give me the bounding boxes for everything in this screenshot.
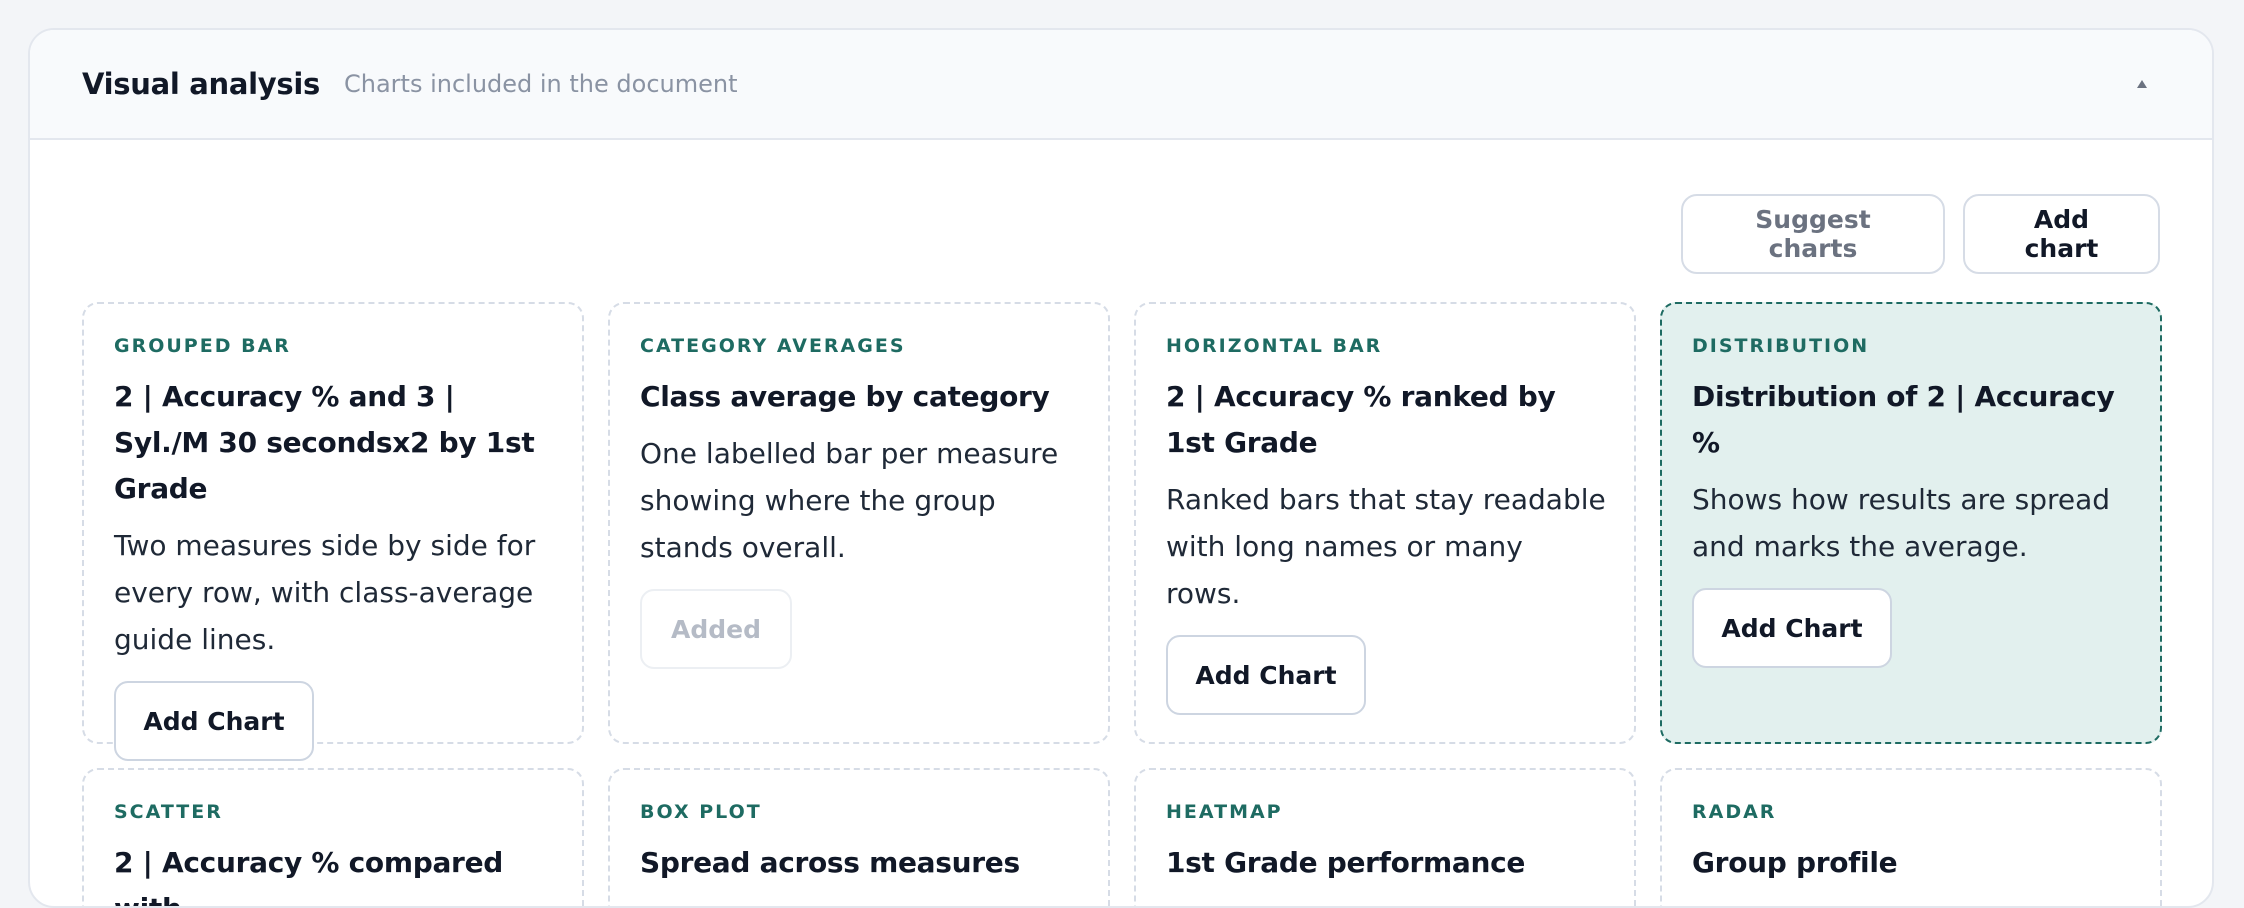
card-kicker: HORIZONTAL BAR [1166,335,1383,357]
card-kicker: DISTRIBUTION [1692,335,1870,357]
card-title: Class average by category [640,380,1050,413]
add-chart-button[interactable]: Add chart [1963,194,2160,274]
card-title: Group profile [1692,846,1898,879]
card-kicker: GROUPED BAR [114,335,291,357]
card-description: Two measures side by side for every row,… [114,529,536,656]
add-chart-card-button[interactable]: Add Chart [1692,588,1892,668]
add-chart-card-button[interactable]: Add Chart [114,681,314,761]
card-title: 2 | Accuracy % ranked by 1st Grade [1166,380,1556,459]
chart-card-heatmap: HEATMAP 1st Grade performance [1134,768,1636,906]
chart-card-box-plot: BOX PLOT Spread across measures [608,768,1110,906]
visual-analysis-panel: Visual analysis Charts included in the d… [28,28,2214,908]
card-title: Spread across measures [640,846,1020,879]
card-description: Ranked bars that stay readable with long… [1166,483,1606,610]
card-description: One labelled bar per measure showing whe… [640,437,1059,564]
panel-title: Visual analysis [82,67,320,101]
card-kicker: RADAR [1692,801,1777,823]
card-description: Shows how results are spread and marks t… [1692,483,2111,563]
chart-card-grouped-bar: GROUPED BAR 2 | Accuracy % and 3 | Syl./… [82,302,584,761]
card-title: 2 | Accuracy % compared with [114,846,503,906]
added-card-button: Added [640,589,792,669]
chart-card-horizontal-bar: HORIZONTAL BAR 2 | Accuracy % ranked by … [1134,302,1636,744]
card-kicker: CATEGORY AVERAGES [640,335,906,357]
chart-card-radar: RADAR Group profile [1660,768,2162,906]
chart-card-scatter: SCATTER 2 | Accuracy % compared with [82,768,584,906]
card-title: 2 | Accuracy % and 3 | Syl./M 30 seconds… [114,380,535,505]
caret-up-icon[interactable] [2128,70,2156,98]
chart-toolbar: Suggest charts Add chart [1681,194,2160,274]
panel-header[interactable]: Visual analysis Charts included in the d… [30,30,2212,140]
card-kicker: BOX PLOT [640,801,762,823]
card-title: 1st Grade performance [1166,846,1526,879]
card-kicker: SCATTER [114,801,223,823]
chart-card-distribution: DISTRIBUTION Distribution of 2 | Accurac… [1660,302,2162,744]
card-title: Distribution of 2 | Accuracy % [1692,380,2115,459]
add-chart-card-button[interactable]: Add Chart [1166,635,1366,715]
card-kicker: HEATMAP [1166,801,1283,823]
suggest-charts-button[interactable]: Suggest charts [1681,194,1945,274]
chart-card-category-averages: CATEGORY AVERAGES Class average by categ… [608,302,1110,744]
panel-subtitle: Charts included in the document [343,70,738,98]
